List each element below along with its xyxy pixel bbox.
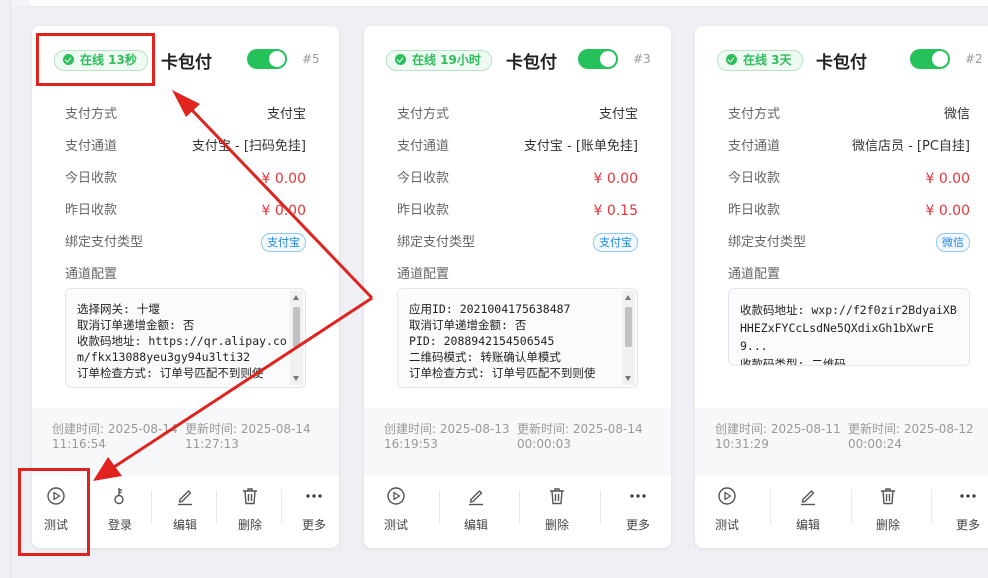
arrow-line-up (188, 106, 374, 300)
arrow-head-down (93, 457, 122, 481)
annotation-arrows (93, 90, 374, 481)
arrow-line-down (113, 296, 373, 469)
